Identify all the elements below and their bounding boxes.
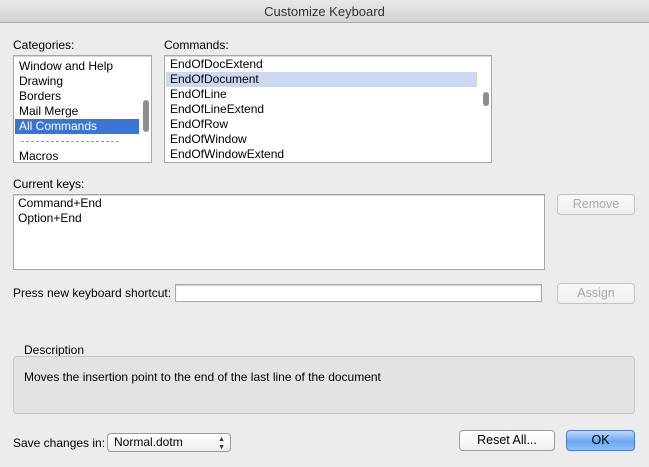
remove-button[interactable]: Remove (557, 194, 635, 215)
category-separator (15, 134, 137, 149)
current-keys-list[interactable]: Command+End Option+End (13, 194, 545, 270)
command-item-endofwindow[interactable]: EndOfWindow (166, 132, 477, 147)
category-item-all-commands[interactable]: All Commands (15, 119, 139, 134)
window-title: Customize Keyboard (0, 0, 649, 23)
command-item-endofrow[interactable]: EndOfRow (166, 117, 477, 132)
category-item-drawing[interactable]: Drawing (15, 74, 137, 89)
categories-list[interactable]: Window and Help Drawing Borders Mail Mer… (13, 55, 152, 163)
command-item-endoflineextend[interactable]: EndOfLineExtend (166, 102, 477, 117)
save-changes-value: Normal.dotm (114, 435, 183, 449)
command-item-endofdocument[interactable]: EndOfDocument (166, 72, 477, 87)
description-box: Moves the insertion point to the end of … (13, 356, 635, 414)
ok-button[interactable]: OK (566, 430, 635, 451)
category-item-mail-merge[interactable]: Mail Merge (15, 104, 137, 119)
category-item-borders[interactable]: Borders (15, 89, 137, 104)
save-changes-label: Save changes in: (13, 436, 106, 450)
commands-list[interactable]: EndOfDocExtend EndOfDocument EndOfLine E… (164, 55, 492, 163)
command-item-endofdocextend[interactable]: EndOfDocExtend (166, 57, 477, 72)
save-changes-popup[interactable]: Normal.dotm ▲ ▼ (107, 433, 231, 452)
reset-all-button[interactable]: Reset All... (459, 430, 555, 451)
categories-label: Categories: (13, 38, 75, 52)
command-item-endofwindowextend[interactable]: EndOfWindowExtend (166, 147, 477, 162)
command-item-endofline[interactable]: EndOfLine (166, 87, 477, 102)
description-label: Description (24, 343, 85, 357)
description-text: Moves the insertion point to the end of … (24, 370, 381, 384)
commands-scrollbar-thumb[interactable] (483, 92, 489, 106)
commands-label: Commands: (164, 38, 229, 52)
category-item-window-and-help[interactable]: Window and Help (15, 59, 137, 74)
categories-scrollbar-thumb[interactable] (143, 100, 149, 132)
current-key-item[interactable]: Option+End (18, 211, 82, 226)
popup-arrows-icon: ▲ ▼ (218, 436, 225, 451)
customize-keyboard-dialog: Customize Keyboard Categories: Window an… (0, 0, 649, 467)
current-keys-label: Current keys: (13, 177, 85, 191)
category-item-macros[interactable]: Macros (15, 149, 137, 162)
current-key-item[interactable]: Command+End (18, 196, 102, 211)
assign-button[interactable]: Assign (557, 283, 635, 304)
separator-line (21, 141, 119, 142)
shortcut-label: Press new keyboard shortcut: (13, 286, 172, 300)
shortcut-input[interactable] (175, 284, 542, 302)
